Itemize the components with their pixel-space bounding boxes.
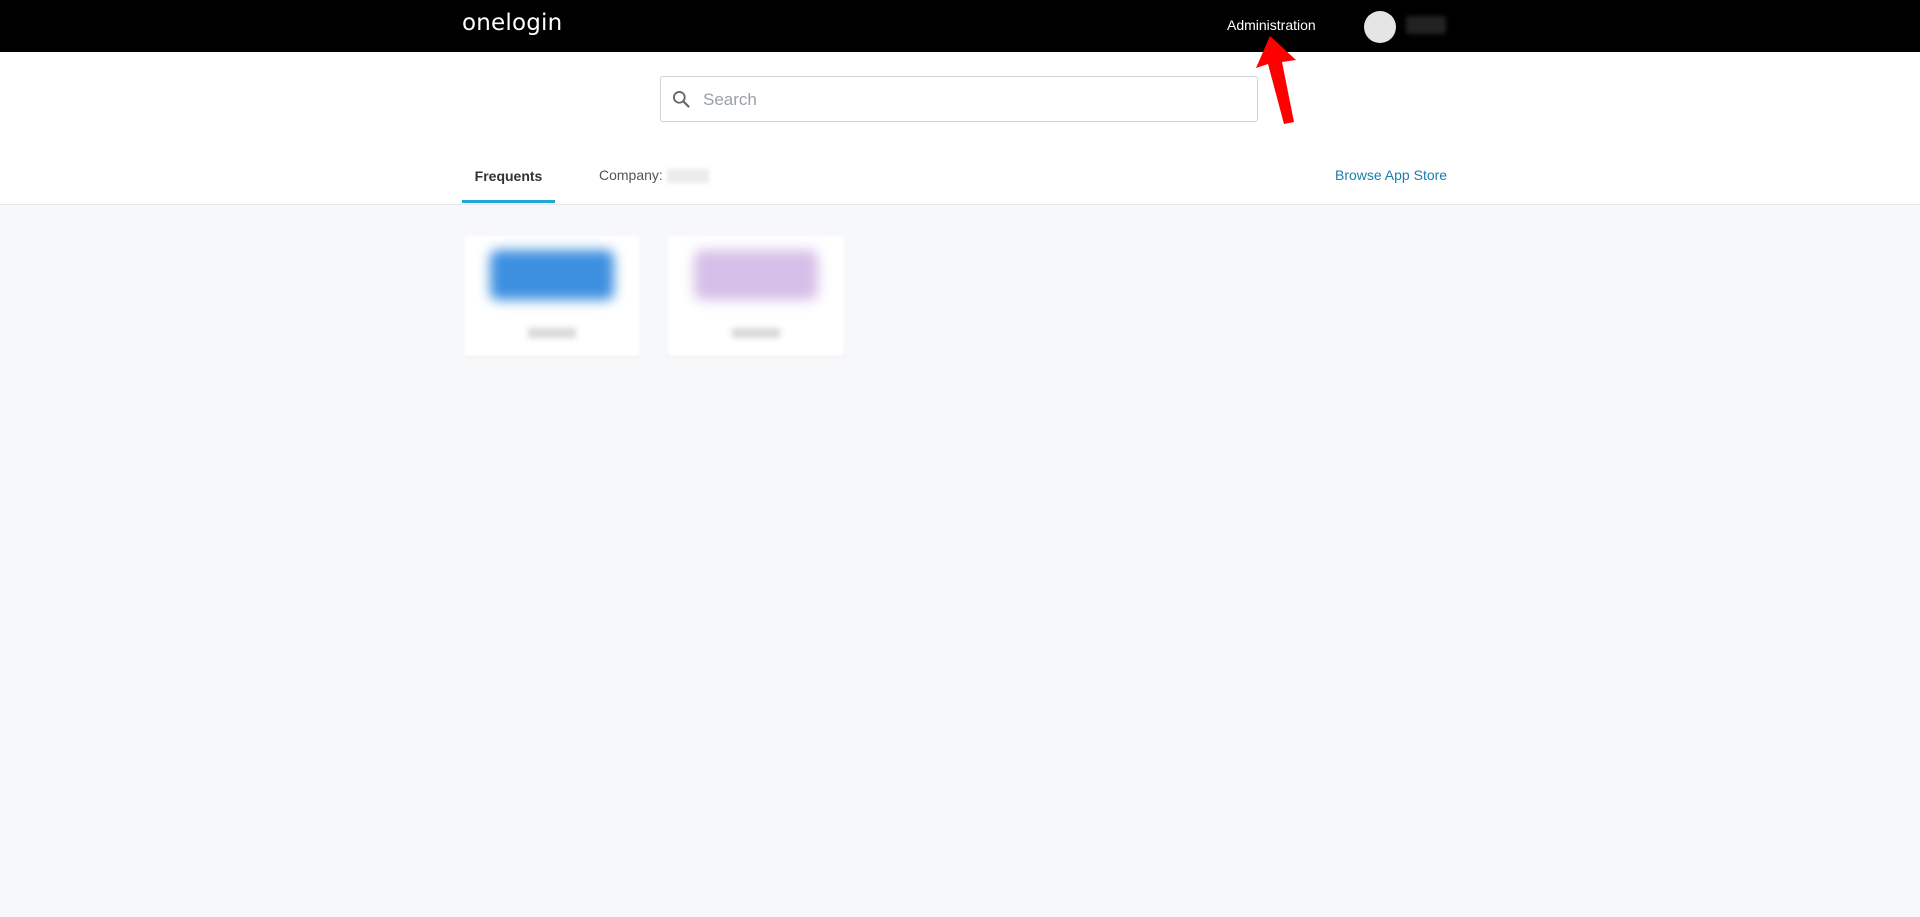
tab-frequents[interactable]: Frequents [462, 167, 555, 203]
tab-company-label: Company: [599, 167, 663, 183]
app-logo-icon [694, 250, 818, 300]
administration-link[interactable]: Administration [1227, 17, 1316, 33]
search-box[interactable] [660, 76, 1258, 123]
user-avatar-icon[interactable] [1364, 11, 1396, 43]
app-label-redacted [528, 328, 576, 338]
onelogin-logo[interactable]: onelogin [462, 10, 562, 36]
app-tile[interactable] [464, 236, 640, 356]
app-tile[interactable] [668, 236, 844, 356]
search-icon [673, 91, 690, 108]
tab-company[interactable]: Company: [599, 167, 709, 184]
tab-frequents-label: Frequents [474, 168, 543, 184]
top-navbar: onelogin Administration [0, 0, 1920, 52]
search-input[interactable] [701, 77, 1245, 123]
search-tab-header [0, 52, 1920, 205]
company-name-redacted [666, 169, 709, 184]
app-logo-icon [490, 250, 614, 300]
browse-app-store-link[interactable]: Browse App Store [1335, 167, 1447, 183]
username-redacted[interactable] [1406, 16, 1446, 34]
app-label-redacted [732, 328, 780, 338]
